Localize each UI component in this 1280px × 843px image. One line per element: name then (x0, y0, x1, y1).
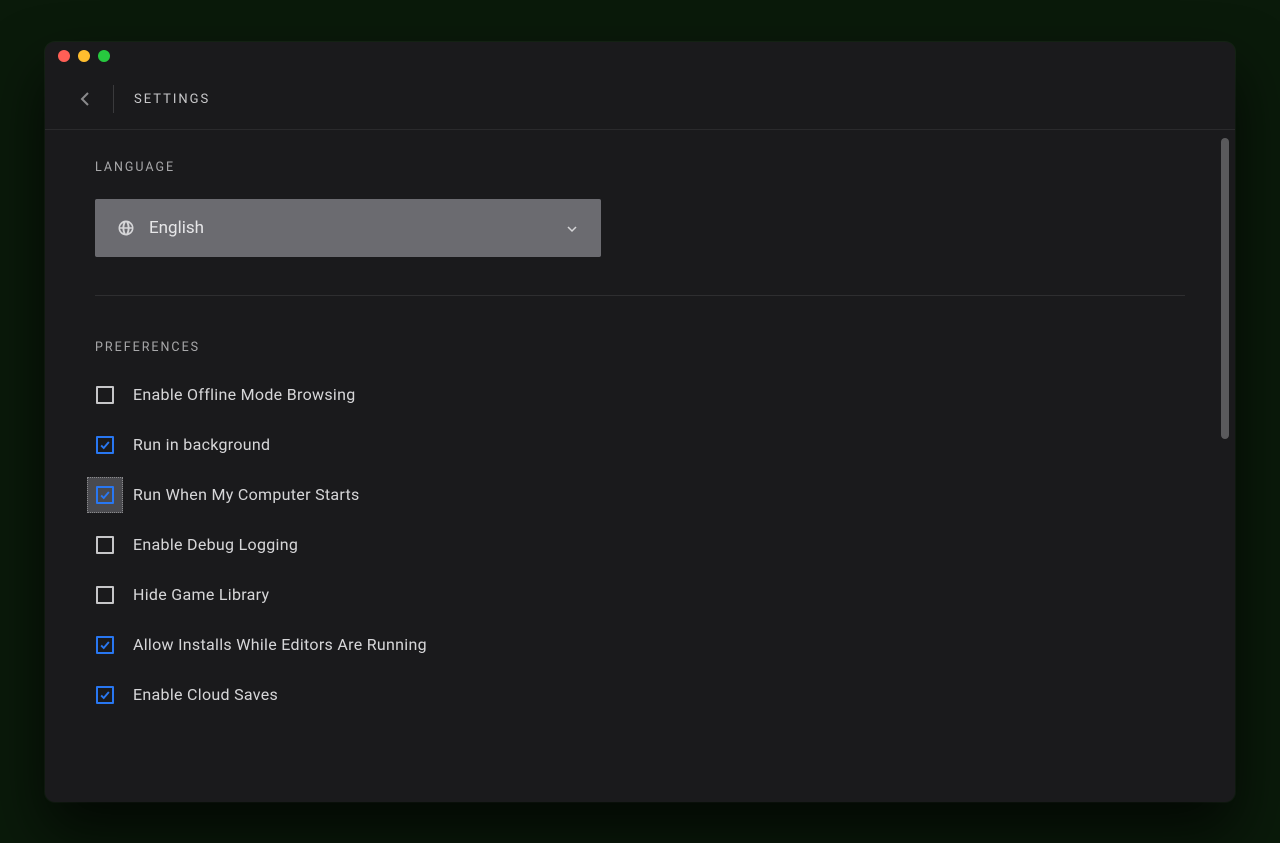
preference-checkbox[interactable] (96, 636, 114, 654)
preference-row: Enable Debug Logging (95, 535, 1185, 555)
preference-label[interactable]: Hide Game Library (133, 585, 269, 604)
language-select[interactable]: English (95, 199, 601, 257)
header-bar: SETTINGS (45, 70, 1235, 130)
check-icon (99, 439, 111, 451)
language-heading: LANGUAGE (95, 160, 1185, 175)
check-icon (99, 639, 111, 651)
preference-row: Allow Installs While Editors Are Running (95, 635, 1185, 655)
preference-row: Run When My Computer Starts (95, 485, 1185, 505)
preference-label[interactable]: Run When My Computer Starts (133, 485, 360, 504)
preference-row: Enable Cloud Saves (95, 685, 1185, 705)
check-icon (99, 689, 111, 701)
preference-checkbox-wrap[interactable] (95, 435, 115, 455)
preference-checkbox[interactable] (96, 536, 114, 554)
preference-label[interactable]: Run in background (133, 435, 270, 454)
preference-label[interactable]: Enable Debug Logging (133, 535, 298, 554)
scrollbar-thumb[interactable] (1221, 138, 1229, 440)
scrollbar-track[interactable] (1221, 138, 1229, 794)
preference-label[interactable]: Enable Cloud Saves (133, 685, 278, 704)
section-divider (95, 295, 1185, 296)
preference-label[interactable]: Allow Installs While Editors Are Running (133, 635, 427, 654)
back-button[interactable] (73, 87, 97, 111)
globe-icon (117, 219, 135, 237)
preference-checkbox[interactable] (96, 436, 114, 454)
header-divider (113, 85, 114, 113)
window-maximize-button[interactable] (98, 50, 110, 62)
preference-checkbox-wrap[interactable] (95, 385, 115, 405)
preferences-heading: PREFERENCES (95, 340, 1185, 355)
preference-row: Enable Offline Mode Browsing (95, 385, 1185, 405)
preference-label[interactable]: Enable Offline Mode Browsing (133, 385, 356, 404)
preference-checkbox-wrap[interactable] (95, 535, 115, 555)
check-icon (99, 489, 111, 501)
preference-checkbox-wrap[interactable] (95, 685, 115, 705)
preference-checkbox[interactable] (96, 486, 114, 504)
language-selected-value: English (149, 218, 565, 238)
preferences-list: Enable Offline Mode Browsing Run in backg… (95, 385, 1185, 705)
titlebar (45, 42, 1235, 70)
window-close-button[interactable] (58, 50, 70, 62)
content: LANGUAGE English PREFERENCES Enable Offl… (45, 130, 1235, 735)
preference-checkbox[interactable] (96, 686, 114, 704)
chevron-down-icon (565, 221, 579, 235)
preference-checkbox-wrap[interactable] (95, 635, 115, 655)
preference-checkbox-wrap[interactable] (95, 585, 115, 605)
chevron-left-icon (80, 91, 90, 107)
preference-row: Run in background (95, 435, 1185, 455)
window-minimize-button[interactable] (78, 50, 90, 62)
page-title: SETTINGS (134, 92, 210, 107)
preference-row: Hide Game Library (95, 585, 1185, 605)
preference-checkbox[interactable] (96, 386, 114, 404)
app-window: SETTINGS LANGUAGE English PREFERENCES En… (45, 42, 1235, 802)
preference-checkbox[interactable] (96, 586, 114, 604)
preference-checkbox-wrap[interactable] (87, 477, 123, 513)
content-scroll: LANGUAGE English PREFERENCES Enable Offl… (45, 130, 1235, 802)
